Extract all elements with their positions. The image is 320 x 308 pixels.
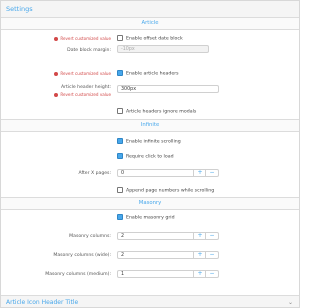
page-title: Settings bbox=[1, 1, 299, 18]
checkbox-icon bbox=[117, 138, 123, 144]
require-click-checkbox[interactable]: Require click to load bbox=[117, 153, 174, 160]
revert-icon bbox=[54, 93, 59, 97]
header-height-label: Article header height: bbox=[60, 85, 111, 90]
offset-date-label: Enable offset date block bbox=[126, 36, 183, 42]
masonry-columns-medium-stepper[interactable]: 1 + − bbox=[117, 270, 219, 278]
revert-label: Revert customized value bbox=[60, 36, 111, 41]
minus-button[interactable]: − bbox=[205, 233, 218, 239]
revert-label: Revert customized value bbox=[60, 71, 111, 76]
masonry-grid-label: Enable masonry grid bbox=[126, 215, 175, 221]
section-header-article: Article bbox=[1, 17, 299, 30]
checkbox-icon bbox=[117, 214, 123, 220]
article-headers-checkbox[interactable]: Enable article headers bbox=[117, 70, 179, 77]
revert-label: Revert customized value bbox=[60, 92, 111, 97]
revert-icon bbox=[54, 37, 59, 41]
checkbox-icon bbox=[117, 187, 123, 193]
masonry-columns-value: 2 bbox=[121, 234, 125, 239]
masonry-columns-medium-value: 1 bbox=[121, 272, 125, 277]
minus-button[interactable]: − bbox=[205, 252, 218, 258]
after-pages-value: 0 bbox=[121, 171, 125, 176]
date-margin-label: Date block margin: bbox=[67, 48, 111, 53]
header-height-input[interactable]: 300px bbox=[117, 85, 219, 93]
infinite-scroll-checkbox[interactable]: Enable infinite scrolling bbox=[117, 138, 181, 145]
ignore-modals-checkbox[interactable]: Article headers ignore modals bbox=[117, 108, 196, 115]
masonry-columns-wide-stepper[interactable]: 2 + − bbox=[117, 251, 219, 259]
masonry-columns-stepper[interactable]: 2 + − bbox=[117, 232, 219, 240]
infinite-scroll-label: Enable infinite scrolling bbox=[126, 139, 181, 145]
revert-height-link[interactable]: Revert customized value bbox=[54, 92, 111, 97]
article-headers-label: Enable article headers bbox=[126, 71, 179, 77]
revert-icon bbox=[54, 72, 59, 76]
after-pages-label: After X pages: bbox=[78, 171, 111, 176]
settings-panel: Settings Article Revert customized value… bbox=[0, 0, 300, 308]
date-margin-input[interactable]: -10px bbox=[117, 45, 209, 53]
section-header-article-icon[interactable]: Article Icon Header Title ⌄ bbox=[1, 295, 299, 307]
append-numbers-label: Append page numbers while scrolling bbox=[126, 188, 215, 194]
ignore-modals-label: Article headers ignore modals bbox=[126, 109, 197, 115]
section-header-masonry: Masonry bbox=[1, 197, 299, 210]
append-numbers-checkbox[interactable]: Append page numbers while scrolling bbox=[117, 187, 214, 194]
masonry-grid-checkbox[interactable]: Enable masonry grid bbox=[117, 214, 175, 221]
minus-button[interactable]: − bbox=[205, 271, 218, 277]
revert-offset-link[interactable]: Revert customized value bbox=[54, 36, 111, 41]
revert-headers-link[interactable]: Revert customized value bbox=[54, 71, 111, 76]
checkbox-icon bbox=[117, 153, 123, 159]
masonry-columns-wide-value: 2 bbox=[121, 253, 125, 258]
checkbox-icon bbox=[117, 108, 123, 114]
minus-button[interactable]: − bbox=[205, 170, 218, 176]
section-header-infinite: Infinite bbox=[1, 119, 299, 132]
masonry-columns-wide-label: Masonry columns (wide): bbox=[53, 253, 111, 258]
offset-date-checkbox[interactable]: Enable offset date block bbox=[117, 35, 183, 42]
require-click-label: Require click to load bbox=[126, 154, 174, 160]
masonry-columns-medium-label: Masonry columns (medium): bbox=[45, 272, 111, 277]
chevron-down-icon: ⌄ bbox=[287, 299, 293, 306]
checkbox-icon bbox=[117, 35, 123, 41]
after-pages-stepper[interactable]: 0 + − bbox=[117, 169, 219, 177]
masonry-columns-label: Masonry columns: bbox=[69, 234, 111, 239]
checkbox-icon bbox=[117, 70, 123, 76]
article-icon-header-title: Article Icon Header Title bbox=[6, 299, 79, 306]
